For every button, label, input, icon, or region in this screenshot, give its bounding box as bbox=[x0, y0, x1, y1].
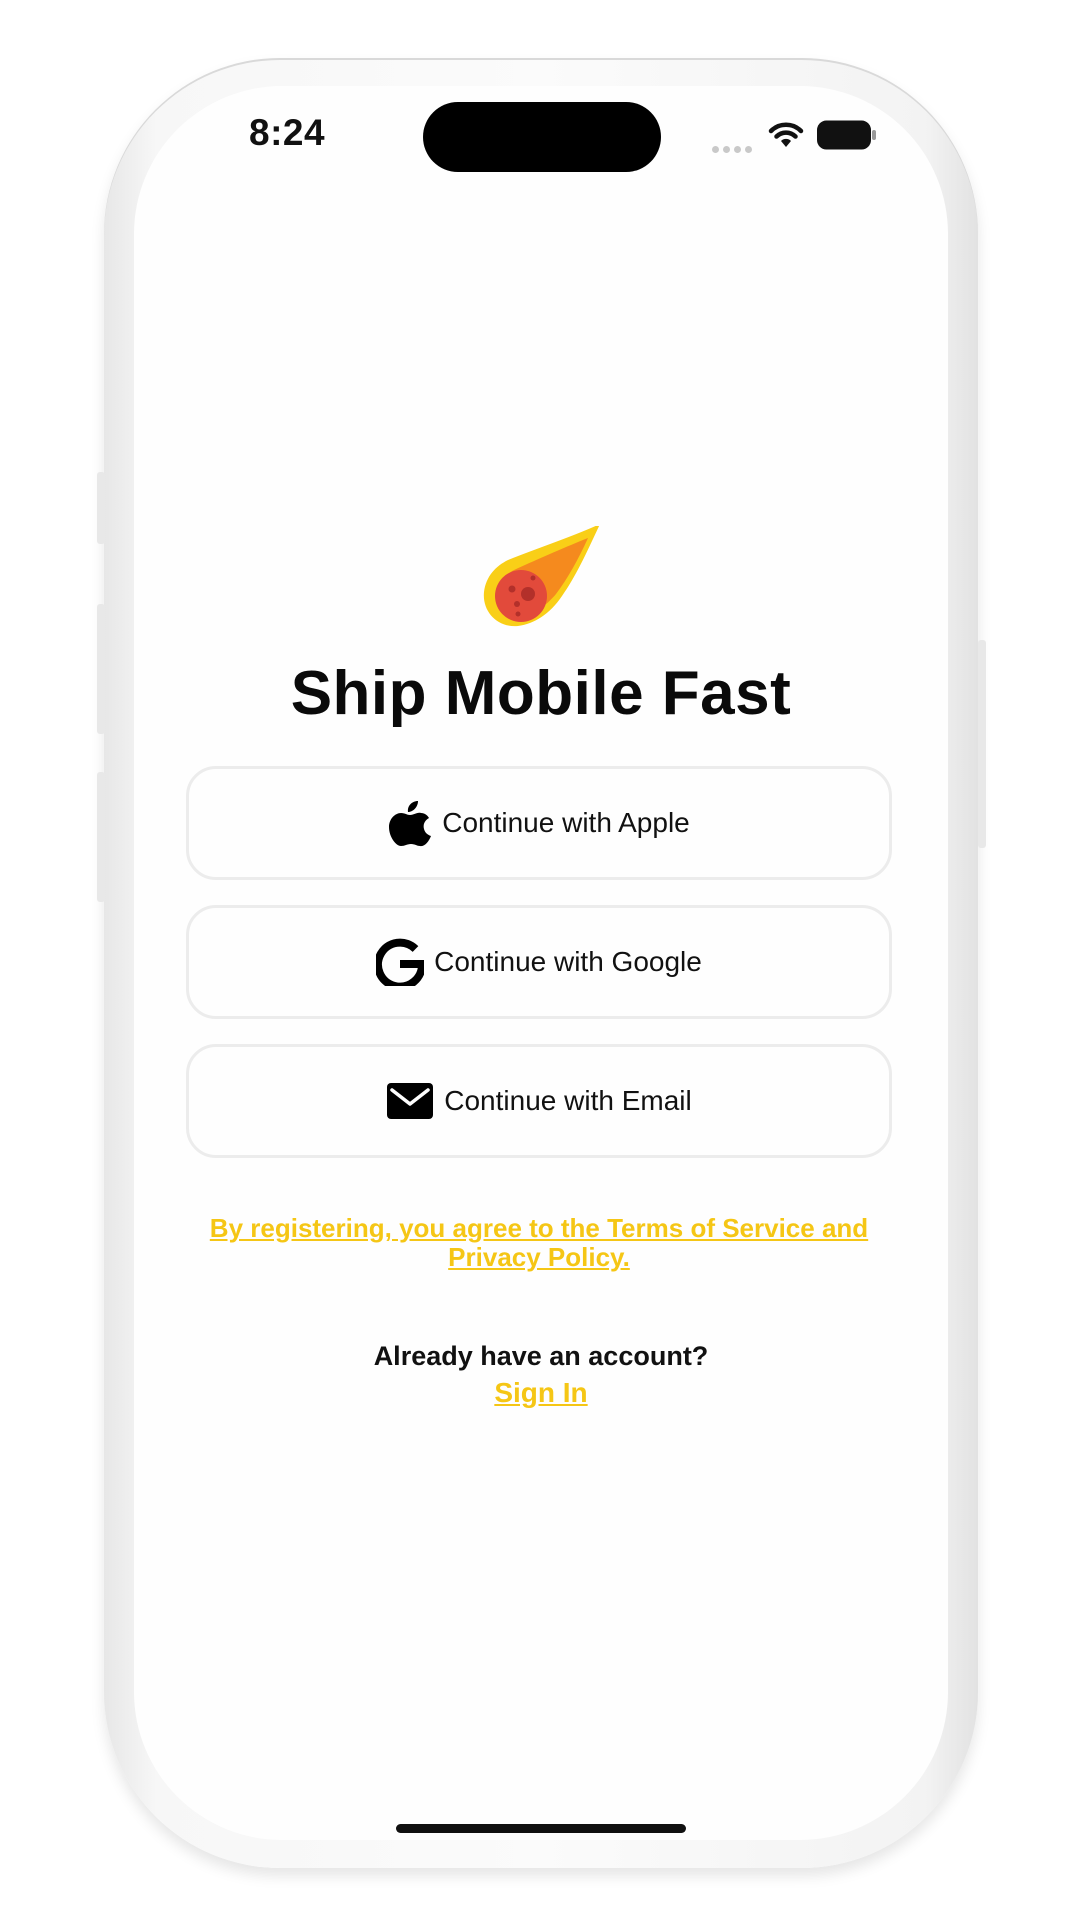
apple-button-label: Continue with Apple bbox=[442, 807, 690, 838]
volume-up-button bbox=[97, 604, 105, 734]
status-time: 8:24 bbox=[249, 112, 326, 153]
terms-and-privacy-link[interactable]: By registering, you agree to the Terms o… bbox=[186, 1214, 892, 1272]
continue-with-apple-button[interactable]: Continue with Apple bbox=[186, 766, 892, 880]
envelope-icon bbox=[386, 1082, 434, 1120]
email-button-label: Continue with Email bbox=[444, 1085, 692, 1116]
cellular-dots-icon bbox=[712, 140, 756, 158]
sign-in-link[interactable]: Sign In bbox=[134, 1377, 948, 1409]
google-button-label: Continue with Google bbox=[434, 946, 702, 977]
action-button bbox=[97, 472, 105, 544]
app-screen: 8:24 Ship Mobile Fast Continue with Appl… bbox=[134, 86, 948, 1840]
dynamic-island bbox=[423, 102, 661, 172]
continue-with-email-button[interactable]: Continue with Email bbox=[186, 1044, 892, 1158]
continue-with-google-button[interactable]: Continue with Google bbox=[186, 905, 892, 1019]
battery-icon bbox=[817, 120, 876, 150]
google-icon bbox=[376, 938, 425, 986]
comet-icon bbox=[483, 526, 600, 627]
already-have-account-text: Already have an account? bbox=[373, 1341, 709, 1371]
apple-icon bbox=[388, 799, 432, 847]
power-button bbox=[978, 640, 986, 848]
wifi-icon bbox=[768, 122, 804, 147]
home-indicator[interactable] bbox=[396, 1824, 686, 1833]
volume-down-button bbox=[97, 772, 105, 902]
app-title: Ship Mobile Fast bbox=[290, 659, 792, 728]
